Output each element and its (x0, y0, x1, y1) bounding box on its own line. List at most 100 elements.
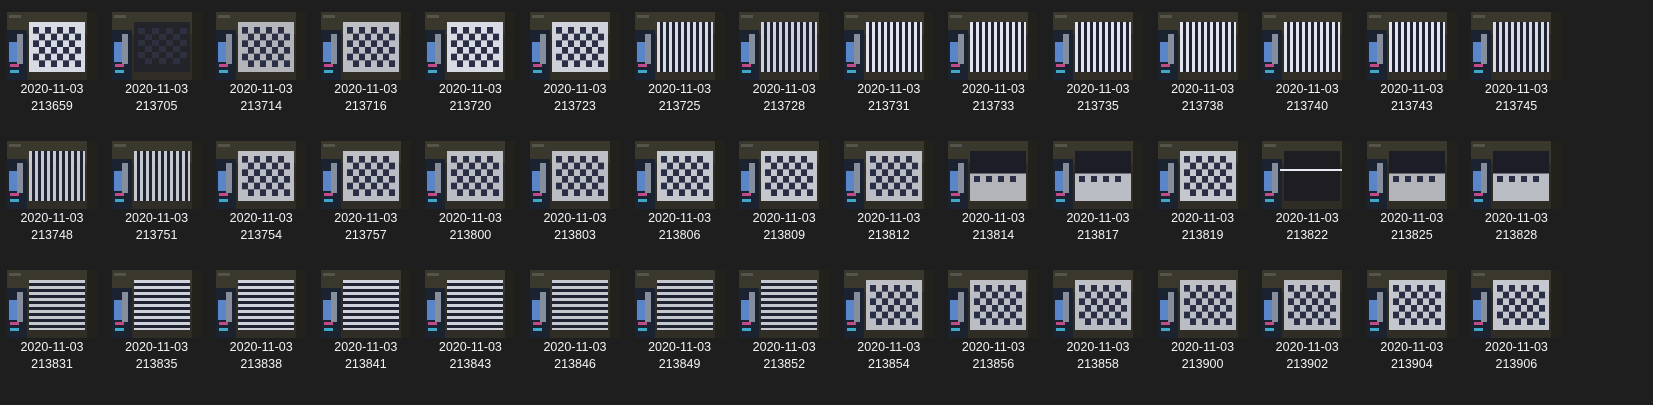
file-item[interactable]: 2020-11-03 213720 (418, 12, 522, 132)
image-thumbnail[interactable] (1053, 141, 1143, 209)
image-thumbnail[interactable] (1053, 12, 1143, 80)
file-item[interactable]: 2020-11-03 213716 (314, 12, 418, 132)
file-item[interactable]: 2020-11-03 213900 (1151, 270, 1255, 390)
image-thumbnail[interactable] (1366, 270, 1457, 338)
image-thumbnail[interactable] (948, 270, 1039, 338)
image-thumbnail[interactable] (320, 141, 411, 209)
file-item[interactable]: 2020-11-03 213856 (941, 270, 1045, 390)
file-item[interactable]: 2020-11-03 213714 (209, 12, 313, 132)
file-item[interactable]: 2020-11-03 213748 (0, 141, 104, 261)
file-item[interactable]: 2020-11-03 213728 (732, 12, 836, 132)
file-name-date: 2020-11-03 (961, 340, 1025, 354)
image-thumbnail[interactable] (739, 141, 830, 209)
image-thumbnail[interactable] (1262, 141, 1353, 209)
file-name-date: 2020-11-03 (543, 211, 607, 225)
file-item[interactable]: 2020-11-03 213846 (523, 270, 627, 390)
file-name-date: 2020-11-03 (125, 340, 189, 354)
image-thumbnail[interactable] (530, 141, 620, 209)
file-item[interactable]: 2020-11-03 213843 (418, 270, 522, 390)
image-thumbnail[interactable] (425, 12, 516, 80)
image-thumbnail[interactable] (843, 141, 934, 209)
image-thumbnail[interactable] (111, 141, 202, 209)
image-thumbnail[interactable] (1366, 141, 1457, 209)
image-thumbnail[interactable] (1262, 270, 1353, 338)
image-thumbnail[interactable] (634, 141, 725, 209)
file-name: 2020-11-03 213751 (105, 210, 209, 244)
file-item[interactable]: 2020-11-03 213800 (418, 141, 522, 261)
file-item[interactable]: 2020-11-03 213906 (1464, 270, 1568, 390)
file-item[interactable]: 2020-11-03 213738 (1151, 12, 1255, 132)
file-item[interactable]: 2020-11-03 213740 (1255, 12, 1359, 132)
image-thumbnail[interactable] (320, 12, 411, 80)
image-thumbnail[interactable] (634, 12, 725, 80)
file-item[interactable]: 2020-11-03 213745 (1464, 12, 1568, 132)
file-item[interactable]: 2020-11-03 213743 (1360, 12, 1464, 132)
image-thumbnail[interactable] (7, 270, 97, 338)
file-item[interactable]: 2020-11-03 213757 (314, 141, 418, 261)
image-thumbnail[interactable] (1157, 12, 1248, 80)
image-thumbnail[interactable] (1262, 12, 1353, 80)
image-thumbnail[interactable] (1053, 270, 1143, 338)
file-item[interactable]: 2020-11-03 213725 (628, 12, 732, 132)
file-name-time: 213902 (1286, 357, 1329, 371)
file-item[interactable]: 2020-11-03 213806 (628, 141, 732, 261)
file-item[interactable]: 2020-11-03 213825 (1360, 141, 1464, 261)
file-name: 2020-11-03 213841 (314, 339, 418, 373)
image-thumbnail[interactable] (1157, 141, 1248, 209)
file-item[interactable]: 2020-11-03 213731 (837, 12, 941, 132)
file-item[interactable]: 2020-11-03 213812 (837, 141, 941, 261)
image-thumbnail[interactable] (216, 141, 307, 209)
image-thumbnail[interactable] (320, 270, 411, 338)
image-thumbnail[interactable] (216, 270, 307, 338)
file-item[interactable]: 2020-11-03 213705 (105, 12, 209, 132)
file-item[interactable]: 2020-11-03 213809 (732, 141, 836, 261)
image-thumbnail[interactable] (425, 141, 516, 209)
image-thumbnail[interactable] (216, 12, 307, 80)
file-item[interactable]: 2020-11-03 213754 (209, 141, 313, 261)
image-thumbnail[interactable] (948, 12, 1039, 80)
image-thumbnail[interactable] (1157, 270, 1248, 338)
file-item[interactable]: 2020-11-03 213849 (628, 270, 732, 390)
image-thumbnail[interactable] (530, 12, 620, 80)
file-name-time: 213740 (1286, 99, 1329, 113)
image-thumbnail[interactable] (739, 12, 830, 80)
file-item[interactable]: 2020-11-03 213735 (1046, 12, 1150, 132)
image-thumbnail[interactable] (111, 270, 202, 338)
file-name: 2020-11-03 213809 (732, 210, 836, 244)
file-item[interactable]: 2020-11-03 213902 (1255, 270, 1359, 390)
image-thumbnail[interactable] (111, 12, 202, 80)
file-item[interactable]: 2020-11-03 213841 (314, 270, 418, 390)
file-name-time: 213748 (31, 228, 73, 242)
file-item[interactable]: 2020-11-03 213659 (0, 12, 104, 132)
image-thumbnail[interactable] (843, 270, 934, 338)
image-thumbnail[interactable] (530, 270, 620, 338)
image-thumbnail[interactable] (1471, 270, 1562, 338)
image-thumbnail[interactable] (843, 12, 934, 80)
file-item[interactable]: 2020-11-03 213733 (941, 12, 1045, 132)
file-item[interactable]: 2020-11-03 213904 (1360, 270, 1464, 390)
file-item[interactable]: 2020-11-03 213803 (523, 141, 627, 261)
file-item[interactable]: 2020-11-03 213854 (837, 270, 941, 390)
file-item[interactable]: 2020-11-03 213852 (732, 270, 836, 390)
file-item[interactable]: 2020-11-03 213817 (1046, 141, 1150, 261)
file-name: 2020-11-03 213725 (628, 81, 732, 115)
file-item[interactable]: 2020-11-03 213723 (523, 12, 627, 132)
image-thumbnail[interactable] (7, 141, 97, 209)
image-thumbnail[interactable] (1471, 141, 1562, 209)
image-thumbnail[interactable] (7, 12, 97, 80)
file-item[interactable]: 2020-11-03 213838 (209, 270, 313, 390)
image-thumbnail[interactable] (948, 141, 1039, 209)
image-thumbnail[interactable] (425, 270, 516, 338)
file-item[interactable]: 2020-11-03 213819 (1151, 141, 1255, 261)
image-thumbnail[interactable] (1366, 12, 1457, 80)
file-item[interactable]: 2020-11-03 213814 (941, 141, 1045, 261)
file-item[interactable]: 2020-11-03 213822 (1255, 141, 1359, 261)
image-thumbnail[interactable] (634, 270, 725, 338)
file-item[interactable]: 2020-11-03 213831 (0, 270, 104, 390)
file-item[interactable]: 2020-11-03 213828 (1464, 141, 1568, 261)
file-item[interactable]: 2020-11-03 213835 (105, 270, 209, 390)
file-item[interactable]: 2020-11-03 213751 (105, 141, 209, 261)
image-thumbnail[interactable] (1471, 12, 1562, 80)
file-item[interactable]: 2020-11-03 213858 (1046, 270, 1150, 390)
image-thumbnail[interactable] (739, 270, 830, 338)
